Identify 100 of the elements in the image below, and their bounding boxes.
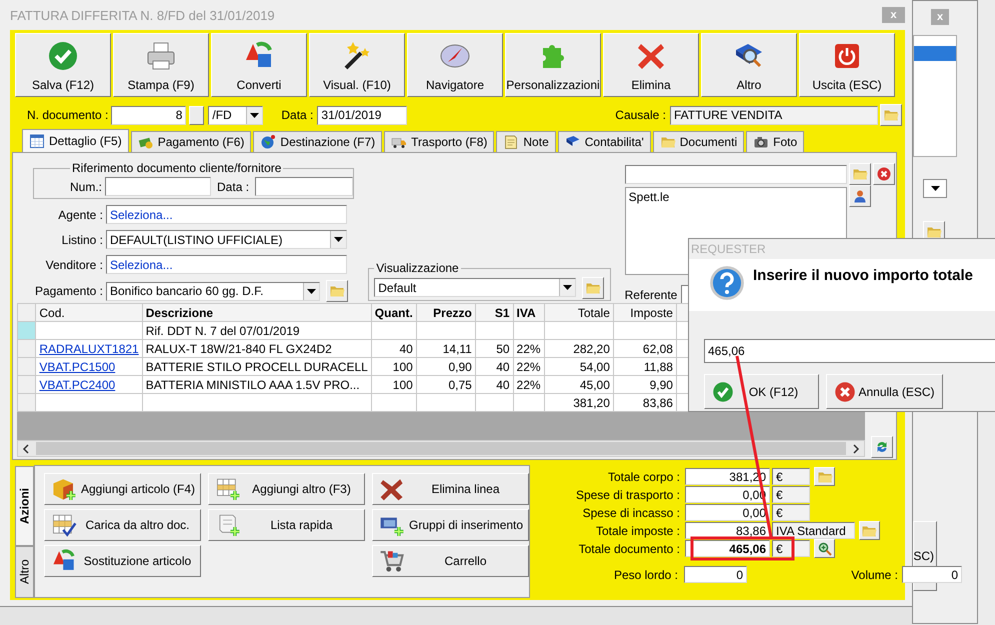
action-button[interactable]: Carica da altro doc. xyxy=(44,509,201,541)
selector-field[interactable]: Seleziona... xyxy=(106,255,347,274)
table-cell: 62,08 xyxy=(613,340,676,358)
column-header[interactable]: Quant. xyxy=(371,304,416,322)
reason-field[interactable]: FATTURE VENDITA xyxy=(670,106,878,124)
dropdown[interactable]: Default xyxy=(374,278,576,297)
window-title: FATTURA DIFFERITA N. 8/FD del 31/01/2019 xyxy=(10,8,275,22)
currency-field: € xyxy=(772,540,810,557)
table-cell: Rif. DDT N. 7 del 07/01/2019 xyxy=(142,322,372,340)
table-cell: 0,90 xyxy=(416,358,476,376)
toolbar-button[interactable]: Elimina xyxy=(603,33,699,97)
table-cell: BATTERIA MINISTILO AAA 1.5V PRO... xyxy=(142,376,372,394)
tab[interactable]: Documenti xyxy=(652,131,744,152)
toolbar-button[interactable]: Converti xyxy=(211,33,307,97)
field-label: Referente xyxy=(624,288,678,302)
currency-field: € xyxy=(772,486,810,503)
tab[interactable]: Pagamento (F6) xyxy=(130,131,252,152)
table-cell: 22% xyxy=(513,376,544,394)
column-header[interactable]: Totale xyxy=(544,304,614,322)
table-cell: 50 xyxy=(475,340,514,358)
currency-field: € xyxy=(772,504,810,521)
column-header[interactable]: IVA xyxy=(513,304,544,322)
group-title: Riferimento documento cliente/fornitore xyxy=(71,161,282,175)
toolbar-button[interactable]: Navigatore xyxy=(407,33,503,97)
table-cell: BATTERIE STILO PROCELL DURACELL xyxy=(142,358,372,376)
item-code-link[interactable]: VBAT.PC1500 xyxy=(39,360,116,374)
table-cell: 14,11 xyxy=(416,340,476,358)
volume-field[interactable]: 0 xyxy=(902,566,962,583)
table-cell: 22% xyxy=(513,358,544,376)
currency-field: € xyxy=(772,468,810,485)
field-label: Agente : xyxy=(57,208,103,222)
dropdown[interactable]: DEFAULT(LISTINO UFFICIALE) xyxy=(106,230,347,249)
column-header[interactable]: S1 xyxy=(475,304,514,322)
action-button[interactable]: Carrello xyxy=(372,545,529,577)
field-label: Volume : xyxy=(850,568,898,582)
column-header[interactable]: Imposte xyxy=(613,304,676,322)
ok-button[interactable]: OK (F12) xyxy=(704,374,819,409)
table-cell[interactable]: VBAT.PC1500 xyxy=(36,358,142,376)
table-cell: 22% xyxy=(513,340,544,358)
column-header[interactable]: Prezzo xyxy=(416,304,476,322)
amount-input[interactable]: 465,06 xyxy=(704,339,995,363)
amount-field[interactable]: 0,00 xyxy=(685,504,770,521)
table-cell: RALUX-T 18W/21-840 FL GX24D2 xyxy=(142,340,372,358)
tab[interactable]: Trasporto (F8) xyxy=(384,131,494,152)
field-label: Totale corpo : xyxy=(606,470,680,484)
field-label: N. documento : xyxy=(27,108,108,122)
action-button[interactable]: Lista rapida xyxy=(208,509,365,541)
column-header[interactable]: Cod. xyxy=(36,304,142,322)
table-cell: 11,88 xyxy=(613,358,676,376)
side-tab[interactable]: Altro xyxy=(15,546,34,598)
field-label: Peso lordo : xyxy=(612,568,678,582)
toolbar-button[interactable]: Visual. (F10) xyxy=(309,33,405,97)
table-cell: 100 xyxy=(371,358,416,376)
side-tab[interactable]: Azioni xyxy=(15,466,34,546)
tab[interactable]: Contabilita' xyxy=(558,131,651,152)
action-button[interactable]: Gruppi di inserimento xyxy=(372,509,529,541)
toolbar-button[interactable]: Uscita (ESC) xyxy=(799,33,895,97)
group-title: Visualizzazione xyxy=(375,261,460,275)
toolbar-button[interactable]: Altro xyxy=(701,33,797,97)
field-label: Spese di trasporto : xyxy=(574,488,680,502)
table-cell: 40 xyxy=(475,376,514,394)
document-number-field[interactable]: 8 xyxy=(111,106,186,124)
action-button[interactable]: Aggiungi articolo (F4) xyxy=(44,473,201,505)
toolbar-button[interactable]: Personalizzazioni xyxy=(505,33,601,97)
tab[interactable]: Note xyxy=(496,131,556,152)
tab[interactable]: Foto xyxy=(746,131,804,152)
field-label: Totale imposte : xyxy=(594,524,680,538)
amount-field[interactable]: 465,06 xyxy=(685,540,770,557)
action-button[interactable]: Sostituzione articolo xyxy=(44,545,201,577)
tab[interactable]: Destinazione (F7) xyxy=(253,131,382,152)
table-cell[interactable]: RADRALUXT1821 xyxy=(36,340,142,358)
field-label: Spese di incasso : xyxy=(582,506,680,520)
column-header[interactable]: Descrizione xyxy=(142,304,372,322)
toolbar-button[interactable]: Salva (F12) xyxy=(15,33,111,97)
table-cell: 381,20 xyxy=(544,394,614,412)
table-cell[interactable]: VBAT.PC2400 xyxy=(36,376,142,394)
field-label: Num.: xyxy=(70,180,102,194)
tab[interactable]: Dettaglio (F5) xyxy=(22,129,129,152)
table-cell: 282,20 xyxy=(544,340,614,358)
cancel-button[interactable]: Annulla (ESC) xyxy=(826,374,943,409)
toolbar-button[interactable]: Stampa (F9) xyxy=(113,33,209,97)
table-cell: 40 xyxy=(371,340,416,358)
table-cell: 45,00 xyxy=(544,376,614,394)
table-cell: 100 xyxy=(371,376,416,394)
field-label: Data : xyxy=(281,108,314,122)
item-code-link[interactable]: VBAT.PC2400 xyxy=(39,378,116,392)
series-select[interactable]: /FD xyxy=(208,106,264,124)
field-label: Venditore : xyxy=(44,258,103,272)
selector-field[interactable]: Seleziona... xyxy=(106,205,347,224)
table-cell: 83,86 xyxy=(613,394,676,412)
item-code-link[interactable]: RADRALUXT1821 xyxy=(39,342,139,356)
table-cell: 9,90 xyxy=(613,376,676,394)
date-field[interactable]: 31/01/2019 xyxy=(317,106,408,124)
field-label: Data : xyxy=(217,180,250,194)
action-button[interactable]: Aggiungi altro (F3) xyxy=(208,473,365,505)
field-label: Causale : xyxy=(615,108,666,122)
field-label: Totale documento : xyxy=(578,542,680,556)
weight-field[interactable]: 0 xyxy=(684,566,747,583)
dropdown[interactable]: Bonifico bancario 60 gg. D.F. xyxy=(106,282,320,300)
action-button[interactable]: Elimina linea xyxy=(372,473,529,505)
